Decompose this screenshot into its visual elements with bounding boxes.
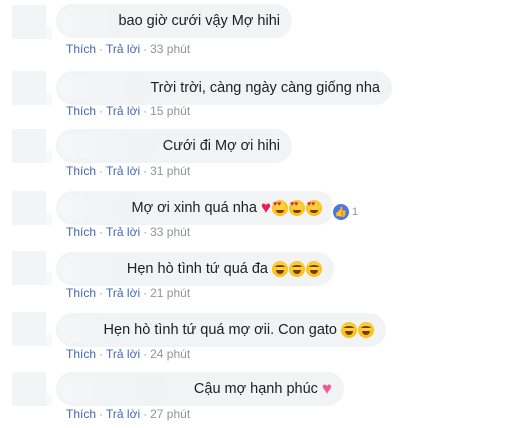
reply-link[interactable]: Trả lời bbox=[106, 164, 140, 178]
comment-text: Trời trời, càng ngày càng giống nha bbox=[150, 80, 380, 96]
heart-eyes-emoji-icon bbox=[306, 200, 322, 216]
comment-item: Hẹn hò tình tứ quá đa Thích · Trả lời · 21 p… bbox=[0, 251, 526, 307]
sparkling-heart-emoji-icon: ♥ bbox=[321, 379, 332, 398]
reply-link[interactable]: Trả lời bbox=[106, 225, 140, 239]
like-reaction-icon: 👍 bbox=[333, 204, 349, 220]
comment-text: Cậu mợ hạnh phúc bbox=[193, 381, 318, 397]
comment-actions: Thích · Trả lời · 31 phút bbox=[66, 164, 191, 178]
comment-text: bao giờ cưới vậy Mợ hihi bbox=[118, 13, 280, 29]
timestamp[interactable]: 27 phút bbox=[150, 407, 190, 421]
avatar[interactable] bbox=[12, 251, 52, 285]
timestamp[interactable]: 24 phút bbox=[150, 347, 190, 361]
heart-eyes-emoji-icon bbox=[289, 200, 305, 216]
comment-actions: Thích · Trả lời · 27 phút bbox=[66, 407, 191, 421]
like-link[interactable]: Thích bbox=[66, 407, 96, 421]
comment-text: Mợ ơi xinh quá nha bbox=[131, 200, 257, 216]
reply-link[interactable]: Trả lời bbox=[106, 104, 140, 118]
comment-text: Cưới đi Mợ ơi hihi bbox=[162, 138, 280, 154]
emoji-group bbox=[272, 261, 322, 277]
like-link[interactable]: Thích bbox=[66, 104, 96, 118]
timestamp[interactable]: 31 phút bbox=[150, 164, 190, 178]
reply-link[interactable]: Trả lời bbox=[106, 407, 140, 421]
laughing-emoji-icon bbox=[358, 322, 374, 338]
like-link[interactable]: Thích bbox=[66, 42, 96, 56]
laughing-emoji-icon bbox=[306, 261, 322, 277]
comment-bubble: Hẹn hò tình tứ quá đa bbox=[56, 252, 334, 286]
comment-actions: Thích · Trả lời · 15 phút bbox=[66, 104, 191, 118]
avatar[interactable] bbox=[12, 191, 52, 225]
comment-bubble: Mợ ơi xinh quá nha ♥ bbox=[56, 191, 334, 225]
comment-item: Trời trời, càng ngày càng giống nha Thíc… bbox=[0, 71, 526, 127]
heart-emoji-icon: ♥ bbox=[260, 198, 271, 217]
avatar[interactable] bbox=[12, 5, 52, 39]
comment-bubble: Cưới đi Mợ ơi hihi bbox=[56, 129, 292, 163]
laughing-emoji-icon bbox=[341, 322, 357, 338]
like-link[interactable]: Thích bbox=[66, 225, 96, 239]
comment-item: Cưới đi Mợ ơi hihi Thích · Trả lời · 31 phút bbox=[0, 129, 526, 185]
like-link[interactable]: Thích bbox=[66, 347, 96, 361]
like-link[interactable]: Thích bbox=[66, 164, 96, 178]
reply-link[interactable]: Trả lời bbox=[106, 347, 140, 361]
comment-actions: Thích · Trả lời · 33 phút bbox=[66, 225, 191, 239]
comment-item: Hẹn hò tình tứ quá mợ ơii. Con gato Thíc… bbox=[0, 312, 526, 368]
heart-eyes-emoji-icon bbox=[272, 200, 288, 216]
comment-item: Mợ ơi xinh quá nha ♥ 👍 1 Thích·Trả lời·3… bbox=[0, 191, 526, 247]
comment-item: bao giờ cưới vậy Mợ hihi Thích · Trả lời · 3… bbox=[0, 4, 526, 60]
timestamp[interactable]: 21 phút bbox=[150, 286, 190, 300]
timestamp[interactable]: 33 phút bbox=[150, 225, 190, 239]
emoji-group bbox=[341, 322, 374, 338]
timestamp[interactable]: 33 phút bbox=[150, 42, 190, 56]
avatar[interactable] bbox=[12, 129, 52, 163]
emoji-group: ♥ bbox=[321, 379, 332, 398]
reaction-summary[interactable]: 👍 1 bbox=[333, 202, 358, 222]
timestamp[interactable]: 15 phút bbox=[150, 104, 190, 118]
comment-actions: Thích · Trả lời · 24 phút bbox=[66, 347, 191, 361]
comment-bubble: Hẹn hò tình tứ quá mợ ơii. Con gato bbox=[56, 313, 386, 347]
reaction-count: 1 bbox=[352, 206, 359, 218]
comment-bubble: bao giờ cưới vậy Mợ hihi bbox=[56, 4, 292, 38]
reply-link[interactable]: Trả lời bbox=[106, 286, 140, 300]
like-link[interactable]: Thích bbox=[66, 286, 96, 300]
emoji-group: ♥ bbox=[260, 198, 322, 217]
avatar[interactable] bbox=[12, 372, 52, 406]
avatar[interactable] bbox=[12, 71, 52, 105]
reply-link[interactable]: Trả lời bbox=[106, 42, 140, 56]
avatar[interactable] bbox=[12, 312, 52, 346]
comment-bubble: Trời trời, càng ngày càng giống nha bbox=[56, 71, 392, 105]
laughing-emoji-icon bbox=[272, 261, 288, 277]
comment-actions: Thích · Trả lời · 21 phút bbox=[66, 286, 191, 300]
comment-text: Hẹn hò tình tứ quá mợ ơii. Con gato bbox=[103, 322, 337, 338]
comment-thread: bao giờ cưới vậy Mợ hihi Thích · Trả lời · 3… bbox=[0, 0, 526, 428]
comment-item: Cậu mợ hạnh phúc ♥ Thích · Trả lời · 27 phút bbox=[0, 372, 526, 428]
comment-actions: Thích · Trả lời · 33 phút bbox=[66, 42, 191, 56]
comment-bubble: Cậu mợ hạnh phúc ♥ bbox=[56, 372, 344, 406]
laughing-emoji-icon bbox=[289, 261, 305, 277]
comment-text: Hẹn hò tình tứ quá đa bbox=[126, 261, 268, 277]
